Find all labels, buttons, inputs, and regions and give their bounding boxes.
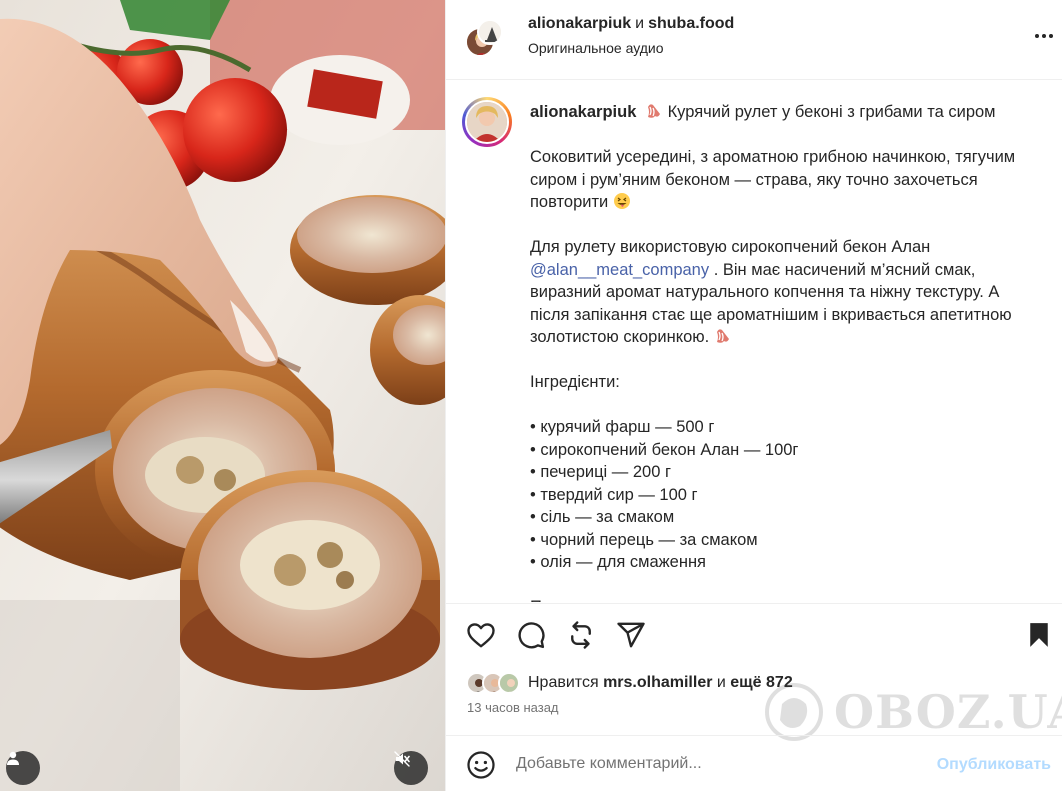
tagged-users-button[interactable] bbox=[6, 751, 40, 785]
likes-text[interactable]: Нравится mrs.olhamiller и ещё 872 bbox=[528, 674, 793, 692]
likes-middle: и bbox=[716, 674, 726, 691]
likes-prefix: Нравится bbox=[528, 674, 599, 691]
ingredient-item: • сирокопчений бекон Алан — 100г bbox=[530, 440, 799, 459]
ingredient-item: • олія — для смаження bbox=[530, 553, 706, 571]
ingredients-title: Інгредієнти: bbox=[530, 373, 620, 391]
ingredient-item: • твердий сир — 100 г bbox=[530, 485, 698, 504]
post-media[interactable] bbox=[0, 0, 445, 791]
post-panel: alionakarpiuk и shuba.food Оригинальное ау… bbox=[445, 0, 1062, 791]
coauthor-avatar bbox=[477, 19, 503, 45]
ingredient-item: • чорний перець — за смаком bbox=[530, 530, 758, 549]
post-timestamp[interactable]: 13 часов назад bbox=[467, 700, 559, 715]
ingredient-item: • курячий фарш — 500 г bbox=[530, 418, 715, 436]
caption-text: alionakarpiuk Курячий рулет у беконі з г… bbox=[530, 101, 1040, 602]
caption-paragraph-1: Соковитий усередині, з ароматною грибною… bbox=[530, 148, 1016, 211]
caption-avatar[interactable] bbox=[462, 97, 512, 147]
caption-cut-line: П bbox=[530, 596, 1040, 602]
ingredient-item: • сіль — за смаком bbox=[530, 508, 675, 526]
mention-link[interactable]: @alan__meat_company bbox=[530, 261, 709, 279]
comment-bar: Опубликовать bbox=[446, 735, 1062, 791]
publish-button[interactable]: Опубликовать bbox=[937, 756, 1051, 774]
post-authors: alionakarpiuk и shuba.food bbox=[528, 15, 734, 33]
and-word: и bbox=[635, 15, 645, 32]
mute-button[interactable] bbox=[394, 751, 428, 785]
action-bar bbox=[446, 603, 1062, 665]
caption-title: Курячий рулет у беконі з грибами та сиро… bbox=[667, 103, 996, 121]
coauthor-link[interactable]: shuba.food bbox=[648, 15, 734, 32]
watermark-logo-icon bbox=[765, 683, 823, 741]
muted-speaker-icon bbox=[394, 751, 410, 767]
tongue-emoji-icon bbox=[613, 193, 630, 209]
caption-scroll-area[interactable]: alionakarpiuk Курячий рулет у беконі з г… bbox=[446, 81, 1062, 602]
smiley-icon[interactable] bbox=[466, 750, 496, 780]
repost-icon[interactable] bbox=[566, 620, 596, 650]
share-icon[interactable] bbox=[616, 620, 646, 650]
collab-avatars[interactable] bbox=[465, 19, 503, 57]
food-photo bbox=[0, 0, 445, 791]
liker-username[interactable]: mrs.olhamiller bbox=[603, 674, 712, 691]
ingredient-item: • печериці — 200 г bbox=[530, 463, 672, 481]
watermark-text: OBOZ.UA bbox=[834, 685, 1062, 739]
liker-avatar bbox=[498, 672, 520, 694]
audio-link[interactable]: Оригинальное аудио bbox=[528, 40, 664, 56]
heart-icon[interactable] bbox=[466, 620, 496, 650]
author-link[interactable]: alionakarpiuk bbox=[528, 15, 631, 32]
watermark: OBOZ.UA bbox=[764, 682, 1062, 742]
caption-username[interactable]: alionakarpiuk bbox=[530, 103, 636, 121]
bacon-emoji-icon bbox=[647, 104, 660, 118]
comment-input[interactable] bbox=[516, 750, 916, 778]
post-header: alionakarpiuk и shuba.food Оригинальное ау… bbox=[446, 0, 1062, 80]
more-icon[interactable] bbox=[1029, 24, 1059, 48]
user-icon bbox=[7, 751, 19, 765]
likes-row: Нравится mrs.olhamiller и ещё 872 bbox=[466, 670, 793, 696]
bookmark-icon[interactable] bbox=[1024, 620, 1054, 650]
caption-paragraph-2-start: Для рулету використовую сирокопчений бек… bbox=[530, 238, 931, 256]
bacon-emoji-icon bbox=[716, 329, 729, 343]
comment-icon[interactable] bbox=[516, 620, 546, 650]
